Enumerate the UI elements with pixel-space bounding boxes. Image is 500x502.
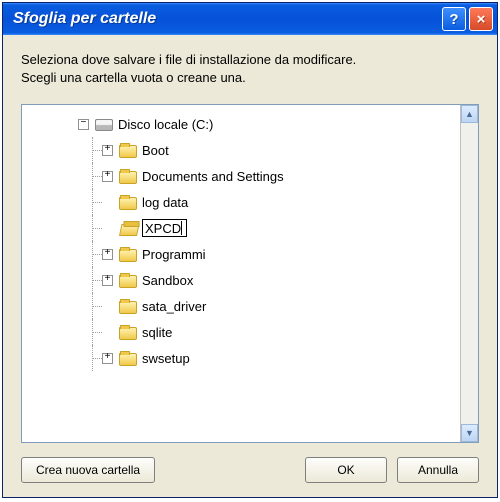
folder-tree[interactable]: − Disco locale (C:) + Boot + Documents and … [22, 105, 460, 442]
folder-open-icon [119, 224, 140, 236]
tree-item-label: Documents and Settings [142, 169, 284, 184]
tree-item-label: Programmi [142, 247, 206, 262]
text-cursor [181, 221, 182, 235]
vertical-scrollbar[interactable]: ▲ ▼ [460, 105, 478, 442]
scroll-up-button[interactable]: ▲ [461, 105, 478, 123]
expand-icon[interactable]: + [102, 171, 113, 182]
toggle-spacer [102, 223, 113, 234]
scroll-down-button[interactable]: ▼ [461, 424, 478, 442]
expand-icon[interactable]: + [102, 353, 113, 364]
tree-item-label: swsetup [142, 351, 190, 366]
folder-icon [119, 301, 137, 314]
instructions-text: Seleziona dove salvare i file di install… [21, 51, 479, 86]
browse-folder-dialog: Sfoglia per cartelle ? × Seleziona dove … [2, 2, 498, 498]
tree-item[interactable]: + Boot [30, 137, 460, 163]
tree-item-label: Boot [142, 143, 169, 158]
instruction-line-2: Scegli una cartella vuota o creane una. [21, 70, 246, 85]
tree-item-label: log data [142, 195, 188, 210]
chevron-down-icon: ▼ [465, 428, 474, 438]
folder-icon [119, 171, 137, 184]
tree-item-label: Sandbox [142, 273, 193, 288]
collapse-icon[interactable]: − [78, 119, 89, 130]
tree-item[interactable]: sqlite [30, 319, 460, 345]
expand-icon[interactable]: + [102, 275, 113, 286]
scroll-track[interactable] [461, 123, 478, 424]
folder-icon [119, 275, 137, 288]
ok-button[interactable]: OK [305, 457, 387, 483]
chevron-up-icon: ▲ [465, 109, 474, 119]
toggle-spacer [102, 301, 113, 312]
toggle-spacer [102, 327, 113, 338]
tree-item[interactable]: log data [30, 189, 460, 215]
tree-root-label: Disco locale (C:) [118, 117, 213, 132]
tree-root-disk[interactable]: − Disco locale (C:) [30, 111, 460, 137]
tree-item[interactable]: + Programmi [30, 241, 460, 267]
expand-icon[interactable]: + [102, 249, 113, 260]
folder-icon [119, 353, 137, 366]
folder-icon [119, 197, 137, 210]
tree-item[interactable]: sata_driver [30, 293, 460, 319]
rename-input[interactable]: XPCD [142, 219, 187, 237]
tree-item-label: sqlite [142, 325, 172, 340]
close-button[interactable]: × [469, 7, 493, 31]
folder-icon [119, 145, 137, 158]
tree-item[interactable]: + Sandbox [30, 267, 460, 293]
instruction-line-1: Seleziona dove salvare i file di install… [21, 52, 356, 67]
cancel-button[interactable]: Annulla [397, 457, 479, 483]
expand-icon[interactable]: + [102, 145, 113, 156]
tree-item[interactable]: XPCD [30, 215, 460, 241]
folder-tree-container: − Disco locale (C:) + Boot + Documents and … [21, 104, 479, 443]
rename-value: XPCD [145, 221, 181, 236]
button-row: Crea nuova cartella OK Annulla [21, 443, 479, 483]
folder-icon [119, 249, 137, 262]
close-icon: × [477, 11, 486, 28]
help-button[interactable]: ? [442, 7, 466, 31]
dialog-content: Seleziona dove salvare i file di install… [3, 35, 497, 497]
new-folder-button[interactable]: Crea nuova cartella [21, 457, 155, 483]
toggle-spacer [102, 197, 113, 208]
tree-item[interactable]: + swsetup [30, 345, 460, 371]
disk-icon [95, 119, 113, 131]
dialog-title: Sfoglia per cartelle [13, 10, 442, 28]
help-icon: ? [449, 11, 458, 28]
tree-item-label: sata_driver [142, 299, 206, 314]
tree-item[interactable]: + Documents and Settings [30, 163, 460, 189]
titlebar: Sfoglia per cartelle ? × [3, 3, 497, 35]
folder-icon [119, 327, 137, 340]
